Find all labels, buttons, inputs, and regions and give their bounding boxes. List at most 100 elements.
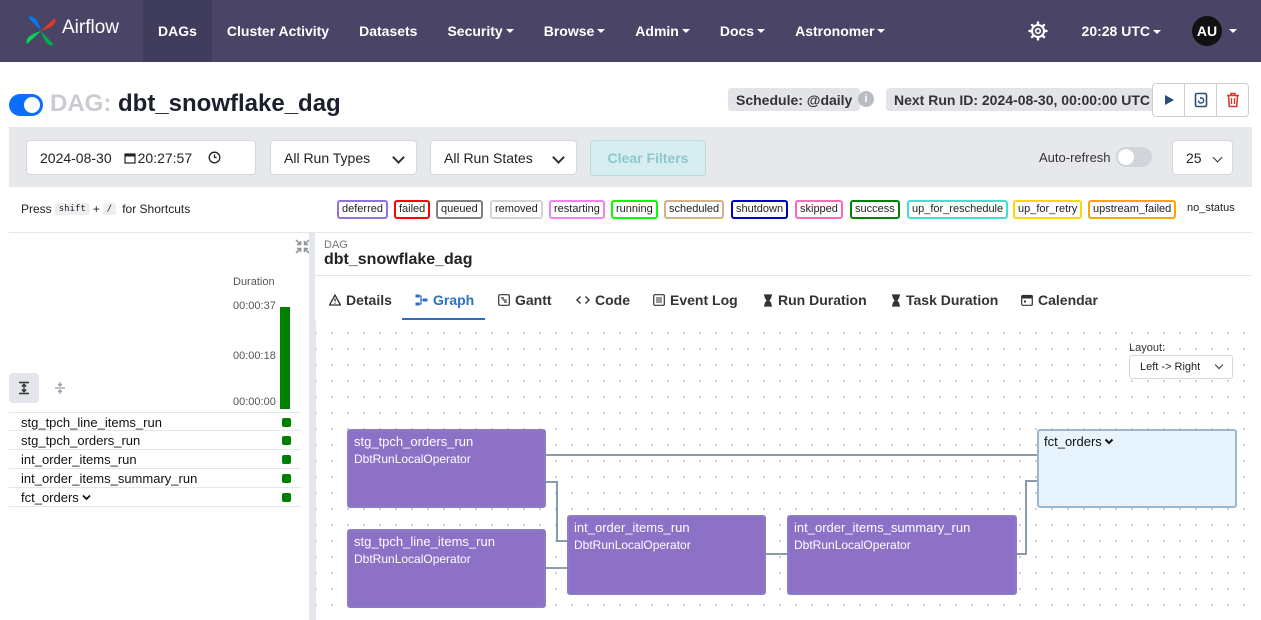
task-status-square[interactable] <box>282 455 291 464</box>
legend-deferred[interactable]: deferred <box>337 200 388 219</box>
dag-id: dbt_snowflake_dag <box>118 90 341 117</box>
graph-node-int-order-items-run[interactable]: int_order_items_run DbtRunLocalOperator <box>567 515 766 595</box>
node-operator: DbtRunLocalOperator <box>794 538 911 552</box>
nav-admin[interactable]: Admin <box>620 0 705 62</box>
legend-removed[interactable]: removed <box>490 200 543 219</box>
legend-no-status[interactable]: no_status <box>1187 202 1235 214</box>
expand-all-button[interactable] <box>9 373 39 403</box>
airflow-pinwheel-icon <box>26 16 56 46</box>
navbar-right: 20:28 UTC AU <box>1027 0 1261 62</box>
dag-pause-toggle[interactable] <box>9 94 43 116</box>
legend-up-for-retry[interactable]: up_for_retry <box>1013 200 1083 219</box>
base-date-input[interactable]: 2024-08-30 20:27:57 <box>26 140 256 175</box>
graph-node-int-order-items-summary-run[interactable]: int_order_items_summary_run DbtRunLocalO… <box>787 515 1017 595</box>
tab-task-duration[interactable]: Task Duration <box>891 292 998 308</box>
task-status-square[interactable] <box>282 436 291 445</box>
task-group-row[interactable]: fct_orders <box>9 488 301 507</box>
reparse-dag-button[interactable] <box>1184 83 1217 117</box>
shift-key: shift <box>54 203 90 215</box>
breadcrumb-dag-name[interactable]: dbt_snowflake_dag <box>324 251 472 269</box>
legend-upstream-failed[interactable]: upstream_failed <box>1088 200 1177 219</box>
tab-gantt[interactable]: Gantt <box>498 292 552 308</box>
legend-skipped[interactable]: skipped <box>795 200 843 219</box>
expand-vertical-icon <box>19 381 29 395</box>
user-avatar[interactable]: AU <box>1192 16 1222 46</box>
duration-tick: 00:00:00 <box>233 396 276 408</box>
top-navbar: Airflow DAGs Cluster Activity Datasets S… <box>0 0 1261 62</box>
dag-prefix: DAG: <box>50 90 112 117</box>
utc-time-dropdown[interactable]: 20:28 UTC <box>1082 23 1161 39</box>
task-row[interactable]: stg_tpch_orders_run <box>9 431 301 450</box>
chevron-down-icon <box>552 151 565 164</box>
tab-run-duration[interactable]: Run Duration <box>763 292 867 308</box>
airflow-logo[interactable]: Airflow <box>0 0 143 62</box>
nav-astronomer[interactable]: Astronomer <box>780 0 900 62</box>
nav-cluster-activity[interactable]: Cluster Activity <box>212 0 344 62</box>
nav-datasets[interactable]: Datasets <box>344 0 432 62</box>
run-state-select[interactable]: All Run States <box>430 140 577 175</box>
legend-scheduled[interactable]: scheduled <box>664 200 725 219</box>
collapse-vertical-icon <box>55 382 65 394</box>
chevron-down-icon <box>1212 152 1223 163</box>
nav-docs[interactable]: Docs <box>705 0 780 62</box>
user-menu-caret-icon[interactable] <box>1229 29 1237 33</box>
caret-down-icon <box>1153 30 1161 35</box>
nav-datasets-label: Datasets <box>359 23 418 39</box>
clock-icon <box>208 151 221 164</box>
nav-dags[interactable]: DAGs <box>143 0 212 62</box>
chevron-down-icon[interactable] <box>1104 437 1114 446</box>
layout-direction-select[interactable]: Left -> Right <box>1129 355 1233 379</box>
slash-key: / <box>102 203 117 215</box>
legend-failed[interactable]: failed <box>394 200 431 219</box>
legend-running[interactable]: running <box>611 200 658 219</box>
code-icon <box>576 296 590 304</box>
task-name: int_order_items_run <box>21 452 137 467</box>
nav-astronomer-label: Astronomer <box>795 23 875 39</box>
node-operator: DbtRunLocalOperator <box>354 452 471 466</box>
tab-event-log[interactable]: Event Log <box>653 292 738 308</box>
task-status-square[interactable] <box>282 418 291 427</box>
legend-success[interactable]: success <box>850 200 900 219</box>
task-row[interactable]: int_order_items_run <box>9 450 301 469</box>
divider <box>315 232 1252 233</box>
run-type-select[interactable]: All Run Types <box>270 140 417 175</box>
task-row[interactable]: int_order_items_summary_run <box>9 469 301 488</box>
tab-code[interactable]: Code <box>576 292 630 308</box>
dag-run-duration-bar[interactable] <box>280 307 290 409</box>
tab-label: Code <box>595 292 630 308</box>
task-row[interactable]: stg_tpch_line_items_run <box>9 412 301 431</box>
nav-browse[interactable]: Browse <box>529 0 621 62</box>
hourglass-icon <box>764 293 772 307</box>
legend-up-for-reschedule[interactable]: up_for_reschedule <box>907 200 1009 219</box>
task-status-square[interactable] <box>282 493 291 502</box>
legend-shutdown[interactable]: shutdown <box>731 200 789 219</box>
gear-icon[interactable] <box>1027 21 1048 41</box>
tab-label: Calendar <box>1038 292 1098 308</box>
delete-dag-button[interactable] <box>1216 83 1249 117</box>
tab-calendar[interactable]: Calendar <box>1021 292 1098 308</box>
page-title: DAG: dbt_snowflake_dag <box>50 90 341 118</box>
auto-refresh-toggle[interactable] <box>1116 147 1152 167</box>
collapse-all-button[interactable] <box>45 373 75 403</box>
divider <box>315 275 1252 276</box>
info-icon[interactable]: i <box>858 91 874 107</box>
legend-queued[interactable]: queued <box>436 200 483 219</box>
legend-restarting[interactable]: restarting <box>549 200 605 219</box>
tab-details[interactable]: Details <box>329 292 392 308</box>
chevron-down-icon <box>82 494 91 501</box>
task-name: stg_tpch_orders_run <box>21 433 141 448</box>
graph-task-group-fct-orders[interactable]: fct_orders <box>1037 429 1237 508</box>
collapse-icon[interactable] <box>295 239 310 254</box>
clear-filters-button[interactable]: Clear Filters <box>590 140 706 176</box>
graph-node-stg-tpch-line-items-run[interactable]: stg_tpch_line_items_run DbtRunLocalOpera… <box>347 529 546 608</box>
time-value: 20:27:57 <box>137 149 193 166</box>
shortcuts-hint[interactable]: Press shift + / for Shortcuts <box>21 202 190 216</box>
duration-tick: 00:00:18 <box>233 350 276 362</box>
trigger-dag-button[interactable] <box>1152 83 1185 117</box>
page-size-select[interactable]: 25 <box>1172 140 1233 175</box>
task-status-square[interactable] <box>282 474 291 483</box>
node-task-id: stg_tpch_orders_run <box>354 434 474 449</box>
nav-security[interactable]: Security <box>432 0 528 62</box>
tab-graph[interactable]: Graph <box>415 292 474 308</box>
graph-node-stg-tpch-orders-run[interactable]: stg_tpch_orders_run DbtRunLocalOperator <box>347 429 546 508</box>
